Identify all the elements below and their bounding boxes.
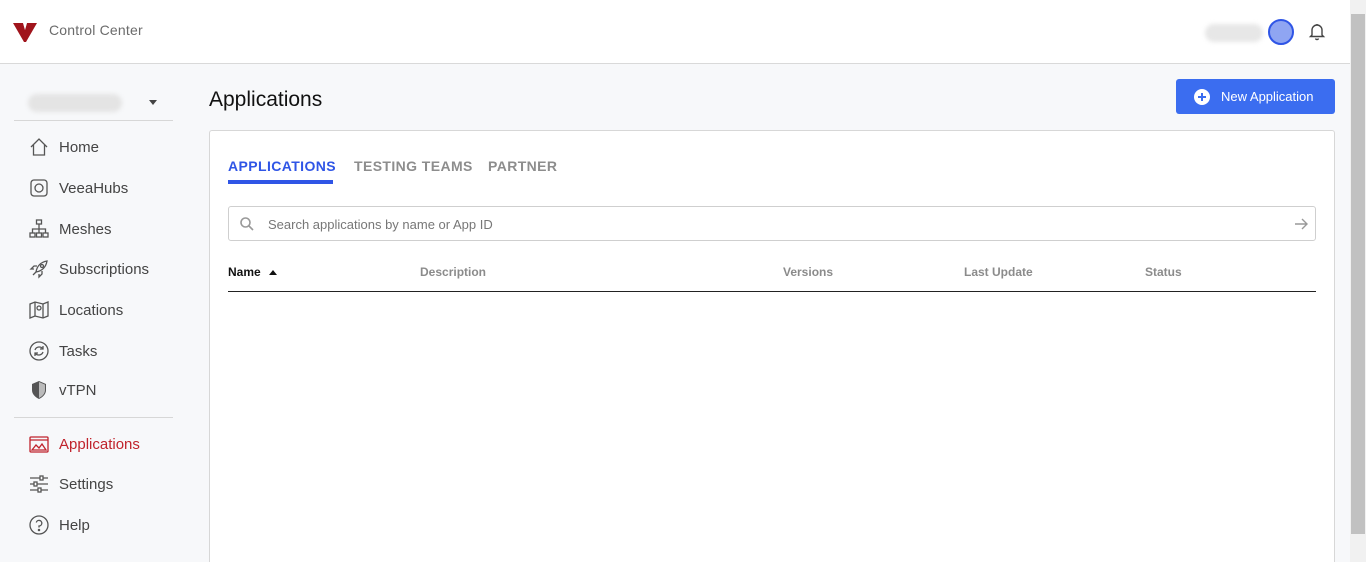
- sidebar-divider: [14, 417, 173, 418]
- sliders-icon: [30, 475, 48, 493]
- sidebar-item-label: Subscriptions: [59, 260, 150, 278]
- organization-select[interactable]: [28, 94, 122, 112]
- top-bar: Control Center: [0, 0, 1350, 64]
- sort-ascending-icon: [268, 269, 277, 275]
- rocket-icon: [29, 260, 48, 279]
- chevron-down-icon[interactable]: [149, 100, 157, 105]
- search-box: [228, 206, 1316, 241]
- column-header-last-update[interactable]: Last Update: [964, 265, 1033, 279]
- home-icon: [30, 138, 48, 156]
- app-title: Control Center: [49, 22, 143, 38]
- shield-icon: [32, 381, 46, 399]
- search-icon: [240, 217, 254, 231]
- user-name[interactable]: [1205, 24, 1263, 42]
- sidebar: Home VeeaHubs Meshes Subscriptions Locat…: [0, 64, 190, 562]
- new-application-button[interactable]: New Application: [1176, 79, 1335, 114]
- column-header-description[interactable]: Description: [420, 265, 486, 279]
- scrollbar-thumb[interactable]: [1351, 14, 1365, 534]
- sidebar-item-label: vTPN: [59, 381, 97, 399]
- page-title: Applications: [209, 88, 323, 111]
- new-application-label: New Application: [1221, 89, 1314, 104]
- column-header-status[interactable]: Status: [1145, 265, 1182, 279]
- sidebar-item-settings[interactable]: Settings: [28, 471, 178, 497]
- tab-testing-teams[interactable]: TESTING TEAMS: [354, 158, 473, 174]
- sidebar-divider: [14, 120, 173, 121]
- bell-icon[interactable]: [1306, 20, 1328, 42]
- search-input[interactable]: [268, 214, 1268, 234]
- map-pin-icon: [29, 301, 49, 319]
- sidebar-item-label: Locations: [59, 301, 124, 319]
- sidebar-item-tasks[interactable]: Tasks: [28, 338, 178, 364]
- sidebar-item-applications[interactable]: Applications: [28, 431, 178, 457]
- sidebar-item-label: Settings: [59, 475, 114, 493]
- applications-icon: [29, 436, 49, 453]
- sidebar-item-subscriptions[interactable]: Subscriptions: [28, 256, 178, 282]
- column-header-label: Name: [228, 265, 261, 279]
- avatar[interactable]: [1268, 19, 1294, 45]
- refresh-icon: [29, 341, 49, 361]
- sidebar-item-label: Help: [59, 516, 90, 534]
- sidebar-item-meshes[interactable]: Meshes: [28, 216, 178, 242]
- tab-applications[interactable]: APPLICATIONS: [228, 158, 336, 174]
- sidebar-item-veeahubs[interactable]: VeeaHubs: [28, 175, 178, 201]
- logo-icon[interactable]: [13, 21, 37, 43]
- column-header-versions[interactable]: Versions: [783, 265, 833, 279]
- table-header-divider: [228, 291, 1316, 292]
- sidebar-item-vtpn[interactable]: vTPN: [28, 377, 178, 403]
- active-tab-indicator: [228, 180, 333, 184]
- sidebar-item-label: Meshes: [59, 220, 112, 238]
- applications-card: APPLICATIONS TESTING TEAMS PARTNER Name …: [209, 130, 1335, 562]
- column-header-name[interactable]: Name: [228, 265, 277, 279]
- tab-partner[interactable]: PARTNER: [488, 158, 557, 174]
- sidebar-item-label: Tasks: [59, 342, 98, 360]
- mesh-icon: [29, 219, 49, 238]
- sidebar-item-label: VeeaHubs: [59, 179, 129, 197]
- sidebar-item-locations[interactable]: Locations: [28, 297, 178, 323]
- sidebar-item-home[interactable]: Home: [28, 134, 178, 160]
- veeahub-icon: [30, 179, 48, 197]
- help-icon: [29, 515, 49, 535]
- arrow-right-icon[interactable]: [1293, 216, 1309, 232]
- sidebar-item-label: Applications: [59, 435, 140, 453]
- sidebar-item-label: Home: [59, 138, 100, 156]
- sidebar-item-help[interactable]: Help: [28, 512, 178, 538]
- plus-circle-icon: [1194, 88, 1210, 105]
